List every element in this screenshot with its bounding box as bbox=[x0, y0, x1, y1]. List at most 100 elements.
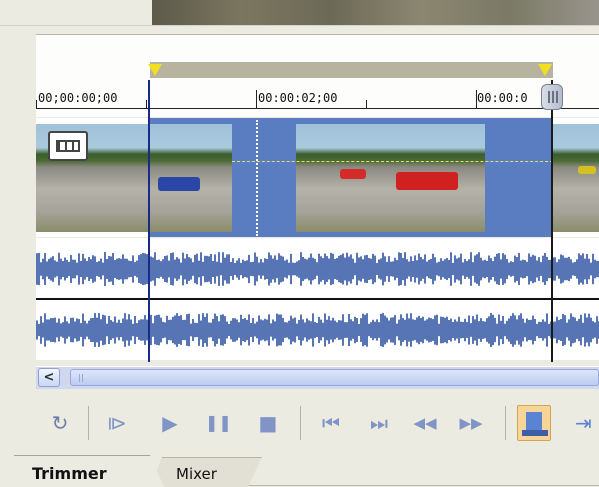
waveform-bar bbox=[386, 261, 388, 277]
waveform-bar bbox=[180, 315, 182, 345]
waveform-bar bbox=[440, 258, 442, 280]
waveform-bar bbox=[438, 323, 440, 337]
play-from-start-icon[interactable]: ⧐ bbox=[104, 410, 130, 436]
waveform-bar bbox=[298, 319, 300, 341]
waveform-bar bbox=[312, 313, 314, 347]
waveform-bar bbox=[420, 318, 422, 342]
waveform-bar bbox=[304, 322, 306, 338]
stop-icon[interactable]: ■ bbox=[255, 410, 281, 436]
waveform-bar bbox=[112, 321, 114, 339]
waveform-bar bbox=[380, 258, 382, 280]
waveform-bar bbox=[84, 320, 86, 340]
go-to-end-icon[interactable]: ⏭ bbox=[366, 410, 392, 436]
waveform-bar bbox=[488, 255, 490, 283]
waveform-bar bbox=[154, 315, 156, 345]
waveform-bar bbox=[430, 258, 432, 280]
waveform-bar bbox=[386, 317, 388, 343]
waveform-bar bbox=[282, 317, 284, 343]
waveform-bar bbox=[428, 259, 430, 279]
waveform-bar bbox=[458, 257, 460, 281]
waveform-bar bbox=[230, 261, 232, 277]
rewind-icon[interactable]: ◀◀ bbox=[412, 410, 438, 436]
waveform-bar bbox=[432, 253, 434, 285]
waveform-bar bbox=[444, 259, 446, 279]
playhead-line[interactable] bbox=[551, 80, 553, 362]
waveform-bar bbox=[158, 314, 160, 346]
waveform-bar bbox=[416, 260, 418, 278]
waveform-bar bbox=[514, 255, 516, 283]
waveform-bar bbox=[166, 255, 168, 283]
ruler-tick bbox=[476, 90, 477, 108]
waveform-bar bbox=[288, 262, 290, 276]
waveform-bar bbox=[80, 260, 82, 278]
waveform-bar bbox=[338, 255, 340, 283]
play-icon[interactable]: ▶ bbox=[157, 410, 183, 436]
ruler-tick bbox=[366, 100, 367, 108]
waveform-bar bbox=[478, 321, 480, 339]
audio-waveform bbox=[36, 313, 599, 347]
fast-forward-icon[interactable]: ▶▶ bbox=[458, 410, 484, 436]
pause-icon[interactable]: ❚❚ bbox=[205, 410, 232, 436]
waveform-bar bbox=[562, 255, 564, 283]
waveform-bar bbox=[74, 259, 76, 279]
waveform-bar bbox=[296, 261, 298, 277]
out-point-marker-icon[interactable] bbox=[538, 64, 552, 76]
waveform-bar bbox=[424, 320, 426, 340]
scroll-left-button[interactable]: < bbox=[38, 368, 60, 387]
waveform-bar bbox=[554, 257, 556, 281]
waveform-bar bbox=[180, 262, 182, 276]
waveform-bar bbox=[140, 319, 142, 341]
waveform-bar bbox=[356, 318, 358, 342]
waveform-bar bbox=[42, 322, 44, 338]
waveform-bar bbox=[400, 252, 402, 286]
waveform-bar bbox=[76, 262, 78, 276]
waveform-bar bbox=[350, 254, 352, 284]
in-point-line[interactable] bbox=[148, 80, 150, 362]
waveform-bar bbox=[130, 319, 132, 341]
waveform-bar bbox=[310, 321, 312, 339]
waveform-bar bbox=[124, 313, 126, 347]
waveform-bar bbox=[592, 253, 594, 285]
waveform-bar bbox=[334, 258, 336, 280]
selection-region-bar[interactable] bbox=[150, 62, 553, 78]
waveform-bar bbox=[408, 318, 410, 342]
waveform-bar bbox=[542, 255, 544, 283]
waveform-bar bbox=[228, 323, 230, 337]
waveform-bar bbox=[228, 254, 230, 284]
loop-icon[interactable]: ↻ bbox=[47, 410, 73, 436]
waveform-bar bbox=[512, 313, 514, 347]
waveform-bar bbox=[164, 256, 166, 282]
waveform-bar bbox=[60, 323, 62, 337]
waveform-bar bbox=[398, 252, 400, 286]
waveform-bar bbox=[204, 316, 206, 344]
waveform-bar bbox=[424, 254, 426, 284]
waveform-bar bbox=[188, 313, 190, 347]
waveform-bar bbox=[426, 319, 428, 341]
waveform-bar bbox=[556, 262, 558, 276]
playhead-handle[interactable] bbox=[541, 84, 563, 110]
waveform-bar bbox=[302, 256, 304, 282]
waveform-bar bbox=[530, 256, 532, 282]
waveform-bar bbox=[278, 253, 280, 285]
waveform-bar bbox=[358, 323, 360, 337]
fit-to-selection-icon[interactable] bbox=[517, 405, 551, 441]
waveform-bar bbox=[234, 262, 236, 276]
waveform-bar bbox=[210, 322, 212, 338]
waveform-bar bbox=[276, 313, 278, 347]
waveform-bar bbox=[322, 322, 324, 338]
waveform-bar bbox=[62, 260, 64, 278]
waveform-bar bbox=[254, 323, 256, 337]
waveform-bar bbox=[558, 259, 560, 279]
expand-view-icon[interactable]: ⇥ bbox=[575, 407, 599, 439]
waveform-bar bbox=[262, 262, 264, 276]
go-to-start-icon[interactable]: ⏮ bbox=[318, 410, 344, 436]
waveform-bar bbox=[328, 316, 330, 344]
waveform-bar bbox=[396, 260, 398, 278]
waveform-bar bbox=[378, 259, 380, 279]
waveform-bar bbox=[124, 258, 126, 280]
track-header-gutter bbox=[0, 34, 36, 454]
scrollbar-thumb[interactable] bbox=[70, 369, 599, 386]
waveform-bar bbox=[496, 323, 498, 337]
waveform-bar bbox=[376, 262, 378, 276]
in-point-marker-icon[interactable] bbox=[148, 64, 162, 76]
